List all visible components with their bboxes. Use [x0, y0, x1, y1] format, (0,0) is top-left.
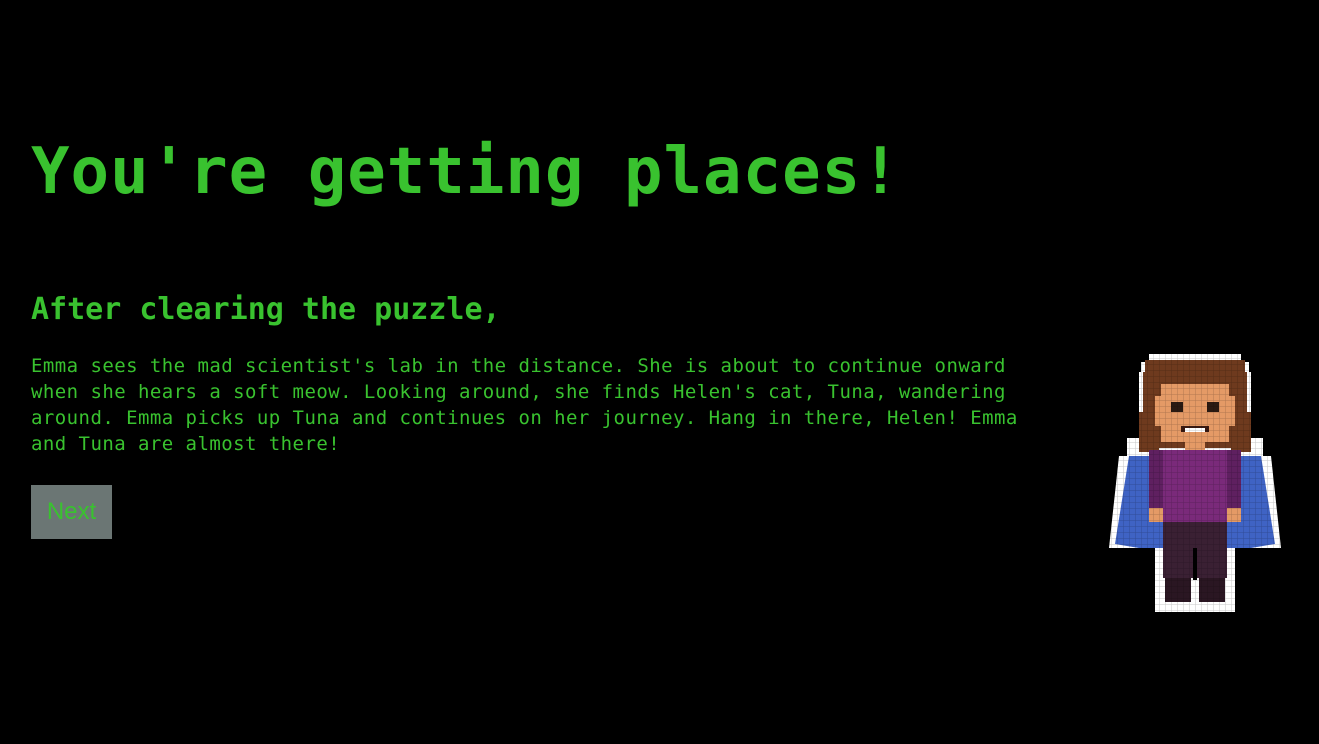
story-subheading: After clearing the puzzle,: [31, 292, 501, 327]
page-title: You're getting places!: [31, 135, 901, 209]
pixel-hero-emma-icon: [1105, 352, 1285, 614]
story-text: Emma sees the mad scientist's lab in the…: [31, 355, 1018, 455]
next-button[interactable]: Next: [31, 485, 112, 539]
